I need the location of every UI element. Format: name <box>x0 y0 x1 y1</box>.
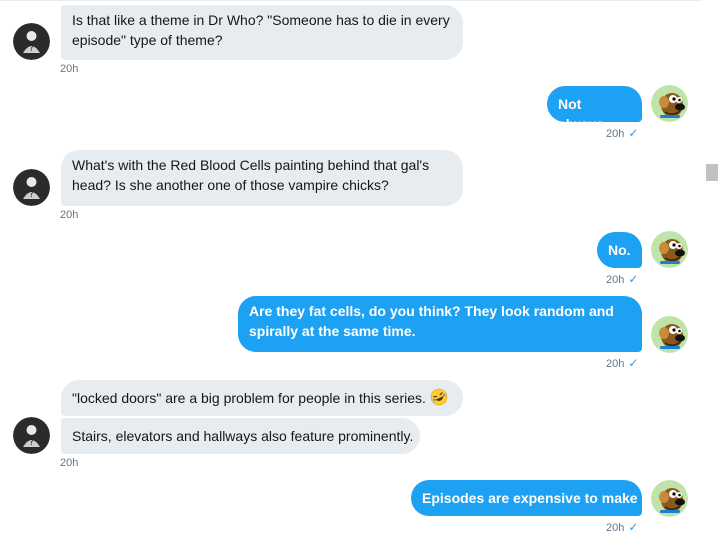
rolling-on-floor-laughing-emoji-icon <box>430 388 448 411</box>
svg-text:?: ? <box>29 438 34 448</box>
message-status: 20h ✓ <box>606 272 638 287</box>
sent-message[interactable]: Not always. <box>547 86 642 132</box>
message-text: Stairs, elevators and hallways also feat… <box>72 428 414 444</box>
message-text-line: spirally at the same time. <box>249 323 416 339</box>
message-status: 20h ✓ <box>606 520 638 535</box>
contact-avatar[interactable]: ? <box>13 23 50 60</box>
contact-avatar-image: ? <box>13 169 50 206</box>
message-timestamp: 20h <box>606 358 625 370</box>
user-avatar-image <box>651 316 688 353</box>
delivered-check-icon: ✓ <box>628 356 639 370</box>
sent-message[interactable]: Episodes are expensive to make ;) <box>411 480 651 516</box>
message-text-line: Is that like a theme in Dr Who? "Someone… <box>72 12 450 28</box>
delivered-check-icon: ✓ <box>628 126 639 140</box>
message-text-line: head? Is she another one of those vampir… <box>72 177 389 193</box>
message-text-line: episode" type of theme? <box>72 32 223 48</box>
user-avatar[interactable] <box>651 85 688 122</box>
contact-avatar[interactable]: ? <box>13 169 50 206</box>
top-divider <box>0 0 719 1</box>
message-timestamp: 20h <box>606 128 625 140</box>
vertical-scrollbar[interactable] <box>702 0 719 539</box>
received-message[interactable]: Stairs, elevators and hallways also feat… <box>61 418 420 454</box>
message-text-line: Are they fat cells, do you think? They l… <box>249 303 614 319</box>
user-avatar[interactable] <box>651 231 688 268</box>
received-message[interactable]: Is that like a theme in Dr Who? "Someone… <box>61 5 463 60</box>
svg-text:?: ? <box>29 190 34 200</box>
received-message[interactable]: "locked doors" are a big problem for peo… <box>61 380 463 416</box>
user-avatar[interactable] <box>651 480 688 517</box>
message-timestamp: 20h <box>60 63 79 75</box>
scrollbar-thumb[interactable] <box>706 164 718 181</box>
message-text: No. <box>608 242 631 258</box>
message-status: 20h ✓ <box>606 126 638 141</box>
message-text: Episodes are expensive to make ;) <box>422 490 651 506</box>
message-timestamp: 20h <box>606 274 625 286</box>
message-text: "locked doors" are a big problem for peo… <box>72 390 426 406</box>
svg-text:?: ? <box>29 44 34 54</box>
user-avatar[interactable] <box>651 316 688 353</box>
contact-avatar[interactable]: ? <box>13 417 50 454</box>
message-timestamp: 20h <box>60 209 79 221</box>
delivered-check-icon: ✓ <box>628 520 639 534</box>
message-timestamp: 20h <box>60 457 79 469</box>
contact-avatar-image: ? <box>13 417 50 454</box>
contact-avatar-image: ? <box>13 23 50 60</box>
user-avatar-image <box>651 231 688 268</box>
user-avatar-image <box>651 85 688 122</box>
sent-message[interactable]: Are they fat cells, do you think? They l… <box>238 296 642 352</box>
user-avatar-image <box>651 480 688 517</box>
delivered-check-icon: ✓ <box>628 272 639 286</box>
message-text-line: What's with the Red Blood Cells painting… <box>72 157 430 173</box>
sent-message[interactable]: No. <box>597 232 642 268</box>
message-timestamp: 20h <box>606 522 625 534</box>
message-text-row: "locked doors" are a big problem for peo… <box>72 385 452 411</box>
message-status: 20h ✓ <box>606 356 638 371</box>
received-message[interactable]: What's with the Red Blood Cells painting… <box>61 150 463 206</box>
